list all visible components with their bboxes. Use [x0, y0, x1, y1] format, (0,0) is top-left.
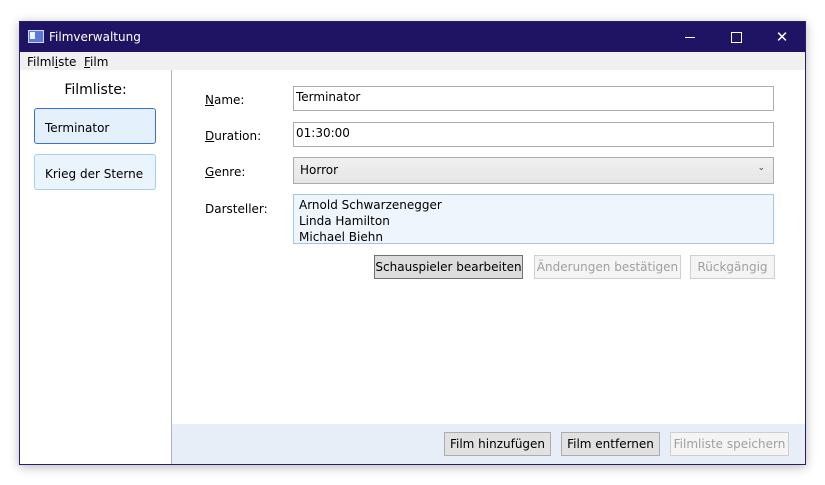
film-list-title: Filmliste: [64, 82, 127, 98]
close-button[interactable]: ✕ [759, 22, 805, 52]
name-label-rest: ame: [213, 93, 245, 107]
app-icon [28, 30, 44, 43]
duration-input[interactable]: 01:30:00 [293, 122, 774, 147]
menu-film-label: Film [84, 55, 109, 69]
save-list-button[interactable]: Filmliste speichern [670, 432, 789, 456]
remove-film-button[interactable]: Film entfernen [561, 432, 660, 456]
maximize-button[interactable] [713, 22, 759, 52]
edit-actors-button[interactable]: Schauspieler bearbeiten [374, 255, 523, 279]
app-window: Filmverwaltung ✕ Filmliste Film Filmlist… [19, 21, 806, 465]
maximize-icon [730, 31, 742, 43]
actor-item[interactable]: Michael Biehn [299, 229, 773, 245]
genre-label-rest: enre: [214, 165, 246, 179]
genre-select[interactable]: Horror ⌄ [293, 157, 774, 184]
actors-list[interactable]: Arnold Schwarzenegger Linda Hamilton Mic… [293, 194, 774, 244]
duration-label: Duration: [205, 129, 262, 143]
duration-label-rest: uration: [214, 129, 262, 143]
menu-filmliste[interactable]: Filmliste [27, 55, 76, 69]
actor-item[interactable]: Linda Hamilton [299, 213, 773, 229]
minimize-button[interactable] [667, 22, 713, 52]
menu-bar: Filmliste Film [20, 52, 805, 70]
name-input[interactable]: Terminator [293, 86, 774, 111]
undo-button[interactable]: Rückgängig [690, 255, 775, 279]
close-icon: ✕ [775, 28, 789, 46]
confirm-changes-button[interactable]: Änderungen bestätigen [534, 255, 681, 279]
name-label: Name: [205, 93, 245, 107]
genre-value: Horror [300, 163, 339, 177]
genre-label: Genre: [205, 165, 246, 179]
title-bar[interactable]: Filmverwaltung ✕ [20, 22, 805, 52]
film-item-terminator[interactable]: Terminator [34, 108, 156, 144]
actors-label-text: Darsteller: [205, 202, 268, 216]
actor-item[interactable]: Arnold Schwarzenegger [299, 197, 773, 213]
window-title: Filmverwaltung [49, 30, 141, 44]
chevron-down-icon: ⌄ [757, 163, 765, 173]
add-film-button[interactable]: Film hinzufügen [444, 432, 551, 456]
film-list-panel: Filmliste: Terminator Krieg der Sterne [20, 70, 172, 464]
actors-label: Darsteller: [205, 202, 268, 216]
film-item-krieg-der-sterne[interactable]: Krieg der Sterne [34, 154, 156, 190]
menu-filmliste-label: Filmliste [27, 55, 77, 69]
menu-film[interactable]: Film [84, 55, 108, 69]
minimize-icon [685, 36, 695, 38]
